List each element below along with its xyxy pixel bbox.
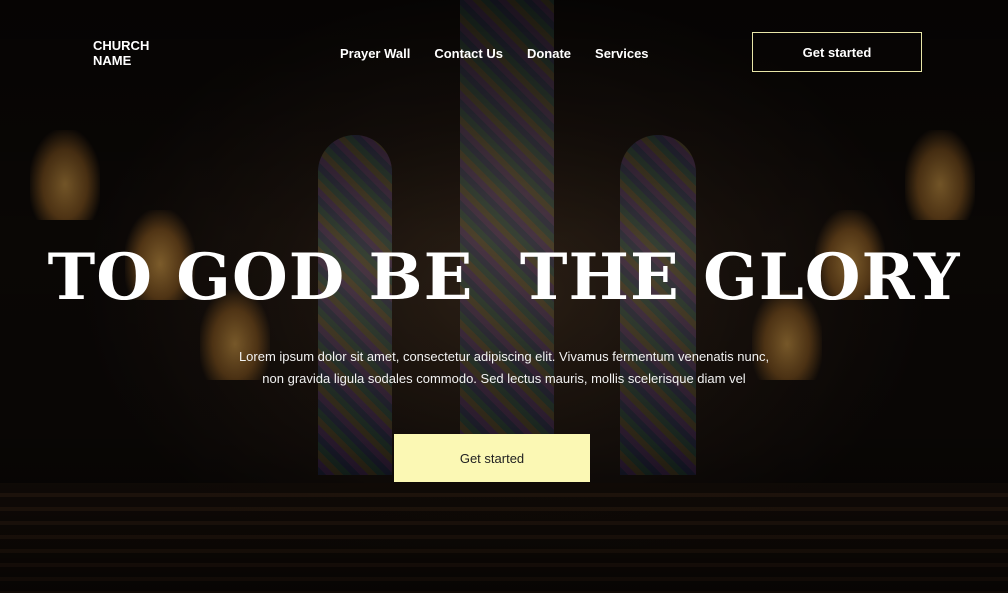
brand-logo-text[interactable]: CHURCH NAME xyxy=(93,38,163,68)
hero-description: Lorem ipsum dolor sit amet, consectetur … xyxy=(238,349,770,386)
main-nav: Prayer Wall Contact Us Donate Services xyxy=(340,46,649,61)
nav-item-prayer-wall[interactable]: Prayer Wall xyxy=(340,46,410,61)
nav-item-services[interactable]: Services xyxy=(595,46,649,61)
header-get-started-button[interactable]: Get started xyxy=(752,32,922,72)
hero-section: CHURCH NAME Prayer Wall Contact Us Donat… xyxy=(0,0,1008,593)
nav-item-contact-us[interactable]: Contact Us xyxy=(434,46,503,61)
hero-title: TO GOD BE THE GLORY xyxy=(47,240,961,315)
nav-item-donate[interactable]: Donate xyxy=(527,46,571,61)
hero-get-started-button[interactable]: Get started xyxy=(394,434,590,482)
